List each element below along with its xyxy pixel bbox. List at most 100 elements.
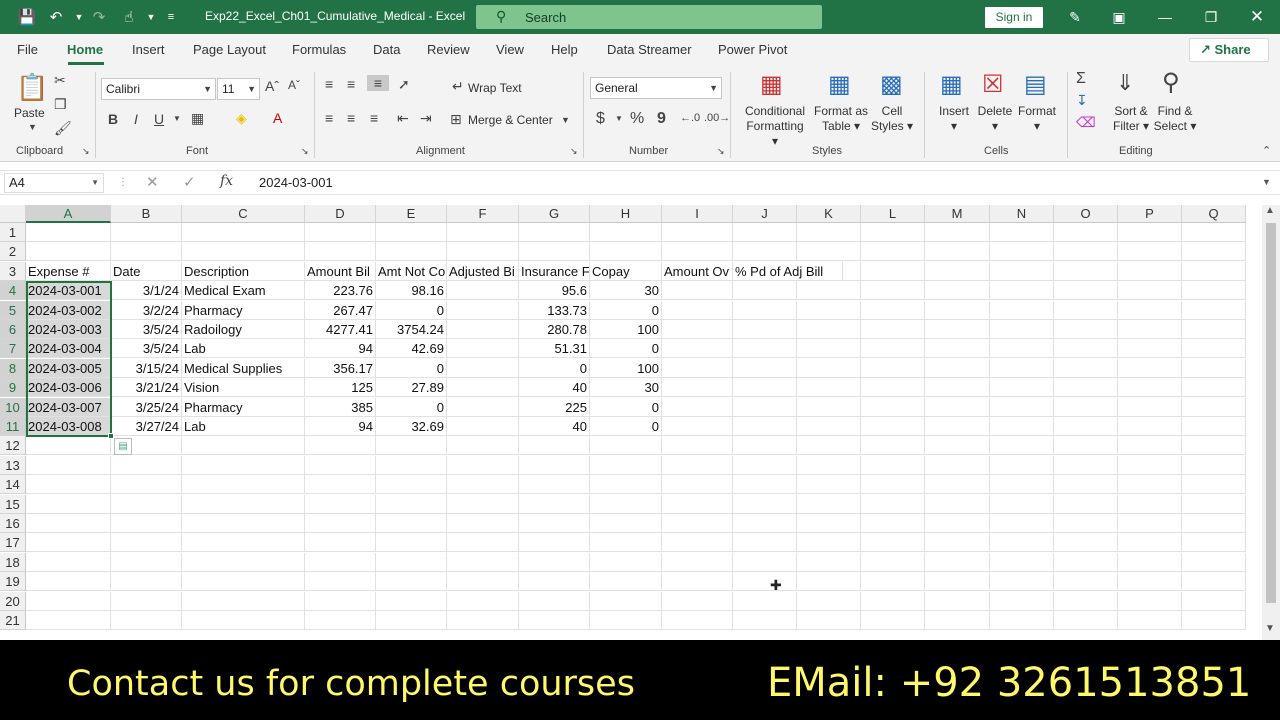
- cell[interactable]: [1182, 281, 1246, 301]
- cell[interactable]: [1118, 572, 1182, 592]
- cell[interactable]: [1054, 533, 1118, 553]
- row-header-21[interactable]: 21: [0, 611, 26, 630]
- cell[interactable]: [1118, 358, 1182, 378]
- cell[interactable]: [733, 242, 797, 262]
- font-color-icon[interactable]: A: [273, 110, 282, 126]
- cell[interactable]: [1182, 494, 1246, 514]
- cell[interactable]: [111, 572, 182, 592]
- format-as-table-icon[interactable]: ▦: [828, 70, 851, 99]
- top-align-icon[interactable]: ≡: [325, 76, 333, 92]
- cell[interactable]: [1054, 281, 1118, 301]
- cell[interactable]: [1118, 417, 1182, 436]
- accounting-format-button[interactable]: $: [596, 110, 605, 128]
- cell[interactable]: [990, 281, 1054, 301]
- cell[interactable]: [1118, 533, 1182, 553]
- align-right-icon[interactable]: ≡: [370, 110, 378, 126]
- decrease-indent-icon[interactable]: ⇤: [397, 110, 409, 127]
- cell[interactable]: [1182, 397, 1246, 417]
- cell[interactable]: [797, 611, 861, 630]
- cell[interactable]: [590, 494, 662, 514]
- data-cell[interactable]: [447, 378, 519, 398]
- cell[interactable]: [1182, 611, 1246, 630]
- cell[interactable]: [1118, 261, 1182, 281]
- data-cell[interactable]: 223.76: [305, 281, 376, 301]
- tab-view[interactable]: View: [496, 42, 524, 57]
- tab-data-streamer[interactable]: Data Streamer: [607, 42, 692, 57]
- cell[interactable]: [182, 436, 305, 456]
- column-title-cell[interactable]: Amount Bil: [305, 261, 376, 281]
- cell[interactable]: [797, 397, 861, 417]
- cell[interactable]: [111, 455, 182, 475]
- cell[interactable]: [662, 455, 733, 475]
- row-header-9[interactable]: 9: [0, 378, 26, 398]
- cell[interactable]: [797, 358, 861, 378]
- cell[interactable]: [990, 358, 1054, 378]
- tab-data[interactable]: Data: [373, 42, 400, 57]
- cell[interactable]: [990, 475, 1054, 495]
- data-cell[interactable]: [447, 320, 519, 339]
- row-header-4[interactable]: 4: [0, 281, 26, 301]
- cell[interactable]: [662, 611, 733, 630]
- quick-analysis-icon[interactable]: ▤: [114, 438, 132, 455]
- data-cell[interactable]: 0: [590, 339, 662, 359]
- cell[interactable]: [733, 300, 797, 320]
- tab-power-pivot[interactable]: Power Pivot: [718, 42, 787, 57]
- cell[interactable]: [925, 223, 990, 242]
- formula-input[interactable]: 2024-03-001: [259, 175, 333, 190]
- data-cell[interactable]: 0: [376, 397, 447, 417]
- enter-icon[interactable]: ✓: [183, 173, 196, 191]
- cell[interactable]: [590, 533, 662, 553]
- find-select-button[interactable]: Find & Select ▾: [1150, 104, 1200, 134]
- cell[interactable]: [182, 223, 305, 242]
- cell[interactable]: [861, 514, 925, 533]
- cell[interactable]: [1118, 475, 1182, 495]
- cell[interactable]: [662, 436, 733, 456]
- cell[interactable]: [925, 591, 990, 611]
- cell[interactable]: [1054, 455, 1118, 475]
- cell[interactable]: [925, 339, 990, 359]
- cell[interactable]: [590, 223, 662, 242]
- data-cell[interactable]: 94: [305, 417, 376, 436]
- cell[interactable]: [861, 358, 925, 378]
- cell[interactable]: [111, 242, 182, 262]
- tab-review[interactable]: Review: [427, 42, 470, 57]
- cell[interactable]: [733, 320, 797, 339]
- cell[interactable]: [861, 397, 925, 417]
- cell[interactable]: [111, 552, 182, 572]
- cell[interactable]: [662, 533, 733, 553]
- data-cell[interactable]: 125: [305, 378, 376, 398]
- cell[interactable]: [662, 514, 733, 533]
- cell[interactable]: [26, 611, 111, 630]
- cell[interactable]: [182, 533, 305, 553]
- cell[interactable]: [861, 611, 925, 630]
- cell[interactable]: [1182, 455, 1246, 475]
- tab-file[interactable]: File: [17, 42, 38, 57]
- data-cell[interactable]: 98.16: [376, 281, 447, 301]
- cell[interactable]: [447, 611, 519, 630]
- cell[interactable]: [1182, 300, 1246, 320]
- row-header-2[interactable]: 2: [0, 242, 26, 262]
- column-title-cell[interactable]: Adjusted Bi: [447, 261, 519, 281]
- cell[interactable]: [733, 494, 797, 514]
- tab-insert[interactable]: Insert: [132, 42, 165, 57]
- decrease-font-icon[interactable]: Aˇ: [288, 78, 300, 92]
- number-launcher-icon[interactable]: ↘: [717, 146, 725, 157]
- cell[interactable]: [925, 358, 990, 378]
- cell[interactable]: [662, 572, 733, 592]
- cell[interactable]: [662, 494, 733, 514]
- cell[interactable]: [861, 436, 925, 456]
- cell[interactable]: [111, 475, 182, 495]
- scroll-down-icon[interactable]: ▼: [1265, 623, 1275, 634]
- cell[interactable]: [447, 436, 519, 456]
- clipboard-launcher-icon[interactable]: ↘: [82, 146, 90, 157]
- cell[interactable]: [182, 514, 305, 533]
- cell[interactable]: [662, 591, 733, 611]
- cell[interactable]: [1054, 611, 1118, 630]
- cell[interactable]: [111, 611, 182, 630]
- cell[interactable]: [111, 514, 182, 533]
- data-cell[interactable]: 32.69: [376, 417, 447, 436]
- cell[interactable]: [1182, 261, 1246, 281]
- data-cell[interactable]: 267.47: [305, 300, 376, 320]
- data-cell[interactable]: 51.31: [519, 339, 590, 359]
- cell[interactable]: [662, 339, 733, 359]
